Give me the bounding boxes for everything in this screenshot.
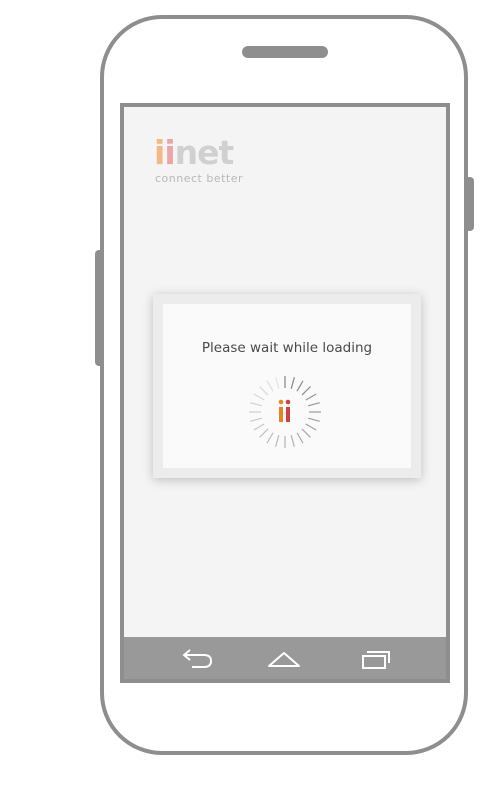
spinner-tick	[250, 417, 262, 422]
spinner-tick	[308, 417, 320, 422]
logo-i-orange	[279, 407, 283, 422]
spinner-tick	[259, 428, 269, 438]
spinner-tick	[290, 435, 295, 447]
spinner-tick	[253, 423, 265, 431]
logo-i-red-dot	[285, 399, 291, 405]
spinner-tick	[296, 380, 304, 392]
spinner-tick	[301, 428, 311, 438]
spinner-tick	[305, 393, 317, 401]
logo-i-red	[286, 407, 290, 422]
home-button[interactable]	[266, 646, 302, 672]
spinner-tick	[266, 380, 274, 392]
back-button[interactable]	[180, 646, 216, 672]
loading-dialog: Please wait while loading	[153, 294, 421, 478]
logo-i-orange-dot	[278, 399, 284, 405]
recent-apps-icon	[362, 651, 390, 669]
spinner-tick	[296, 432, 304, 444]
loading-message: Please wait while loading	[201, 340, 373, 356]
spinner-tick	[275, 435, 280, 447]
phone-screen: iinet connect better Please wait while l…	[120, 103, 450, 683]
spinner-tick	[308, 402, 320, 407]
back-arrow-icon	[182, 649, 213, 668]
spinner-tick	[250, 402, 262, 407]
android-nav-bar	[124, 637, 446, 679]
logo-wordmark: iinet	[154, 133, 234, 172]
logo-tagline: connect better	[155, 172, 244, 185]
loading-spinner-icon	[249, 376, 329, 456]
phone-speaker	[242, 46, 328, 58]
spinner-tick	[301, 386, 311, 396]
recent-apps-button[interactable]	[358, 646, 394, 672]
spinner-tick	[290, 377, 295, 389]
spinner-tick	[305, 423, 317, 431]
spinner-tick	[259, 386, 269, 396]
power-button	[466, 177, 474, 231]
volume-button	[95, 250, 103, 366]
home-icon	[268, 652, 300, 667]
spinner-tick	[275, 377, 280, 389]
spinner-tick	[266, 432, 274, 444]
iinet-logo: iinet connect better	[154, 135, 264, 187]
spinner-tick	[253, 393, 265, 401]
